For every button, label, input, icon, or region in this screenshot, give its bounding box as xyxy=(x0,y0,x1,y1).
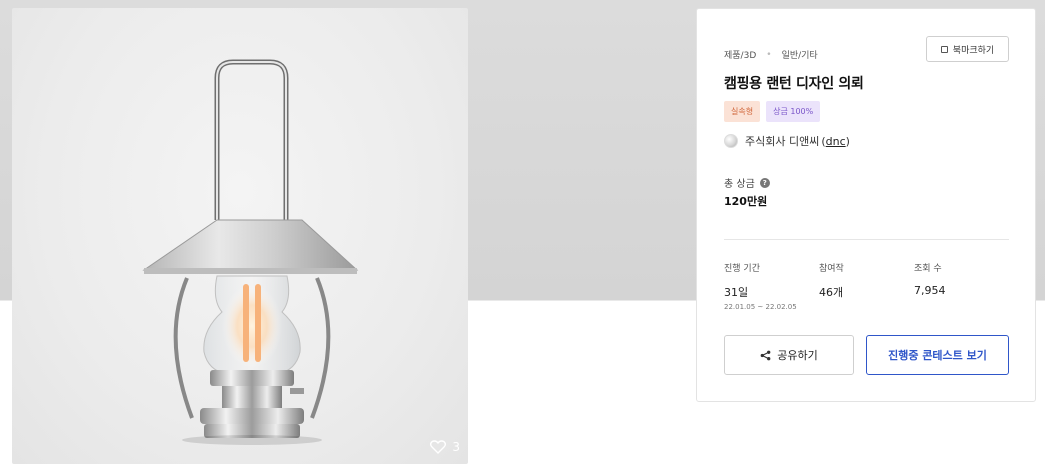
bookmark-label: 북마크하기 xyxy=(952,45,995,56)
share-label: 공유하기 xyxy=(777,349,818,362)
stat-period: 진행 기간 31일 22.01.05 ~ 22.02.05 xyxy=(724,261,797,311)
contest-info-panel: 제품/3D • 일반/기타 북마크하기 캠핑용 랜턴 디자인 의뢰 실속형 상금… xyxy=(696,8,1036,402)
participants-label: 참여작 xyxy=(819,264,844,274)
period-range: 22.01.05 ~ 22.02.05 xyxy=(724,303,797,311)
category-separator: • xyxy=(766,49,772,60)
prize-badge: 상금 100% xyxy=(766,101,821,122)
heart-icon xyxy=(430,440,447,454)
company-handle-link[interactable]: dnc xyxy=(826,135,846,148)
total-prize-text: 총 상금 xyxy=(724,179,755,190)
category-primary[interactable]: 제품/3D xyxy=(724,48,756,61)
share-icon xyxy=(760,350,771,360)
stat-participants: 참여작 46개 xyxy=(819,261,844,300)
paren-close: ) xyxy=(845,134,850,148)
category-breadcrumb: 제품/3D • 일반/기타 xyxy=(724,48,818,62)
company-name: 주식회사 디앤씨 xyxy=(745,135,820,148)
type-badge: 실속형 xyxy=(724,101,761,122)
participants-value: 46개 xyxy=(819,286,844,299)
share-button[interactable]: 공유하기 xyxy=(724,335,854,375)
company-avatar xyxy=(724,134,738,148)
stat-views: 조회 수 7,954 xyxy=(914,261,946,297)
bookmark-icon xyxy=(940,45,948,53)
company-info[interactable]: 주식회사 디앤씨(dnc) xyxy=(724,133,850,149)
like-control[interactable]: 3 xyxy=(430,440,460,454)
bookmark-button[interactable]: 북마크하기 xyxy=(926,36,1009,62)
views-label: 조회 수 xyxy=(914,264,942,274)
views-value: 7,954 xyxy=(914,284,946,297)
badge-group: 실속형 상금 100% xyxy=(724,101,821,122)
total-prize-label: 총 상금 ? xyxy=(724,175,770,190)
category-secondary[interactable]: 일반/기타 xyxy=(782,48,818,61)
contest-button-label: 진행중 콘테스트 보기 xyxy=(888,349,987,362)
period-value: 31일 xyxy=(724,286,749,299)
lantern-illustration xyxy=(142,59,359,445)
hero-image-card[interactable]: 3 xyxy=(12,8,468,464)
total-prize-value: 120만원 xyxy=(724,195,768,208)
like-count: 3 xyxy=(452,440,460,454)
view-ongoing-contests-button[interactable]: 진행중 콘테스트 보기 xyxy=(866,335,1009,375)
divider xyxy=(724,239,1009,240)
contest-title: 캠핑용 랜턴 디자인 의뢰 xyxy=(724,76,864,92)
help-icon[interactable]: ? xyxy=(759,177,770,188)
period-label: 진행 기간 xyxy=(724,264,760,274)
